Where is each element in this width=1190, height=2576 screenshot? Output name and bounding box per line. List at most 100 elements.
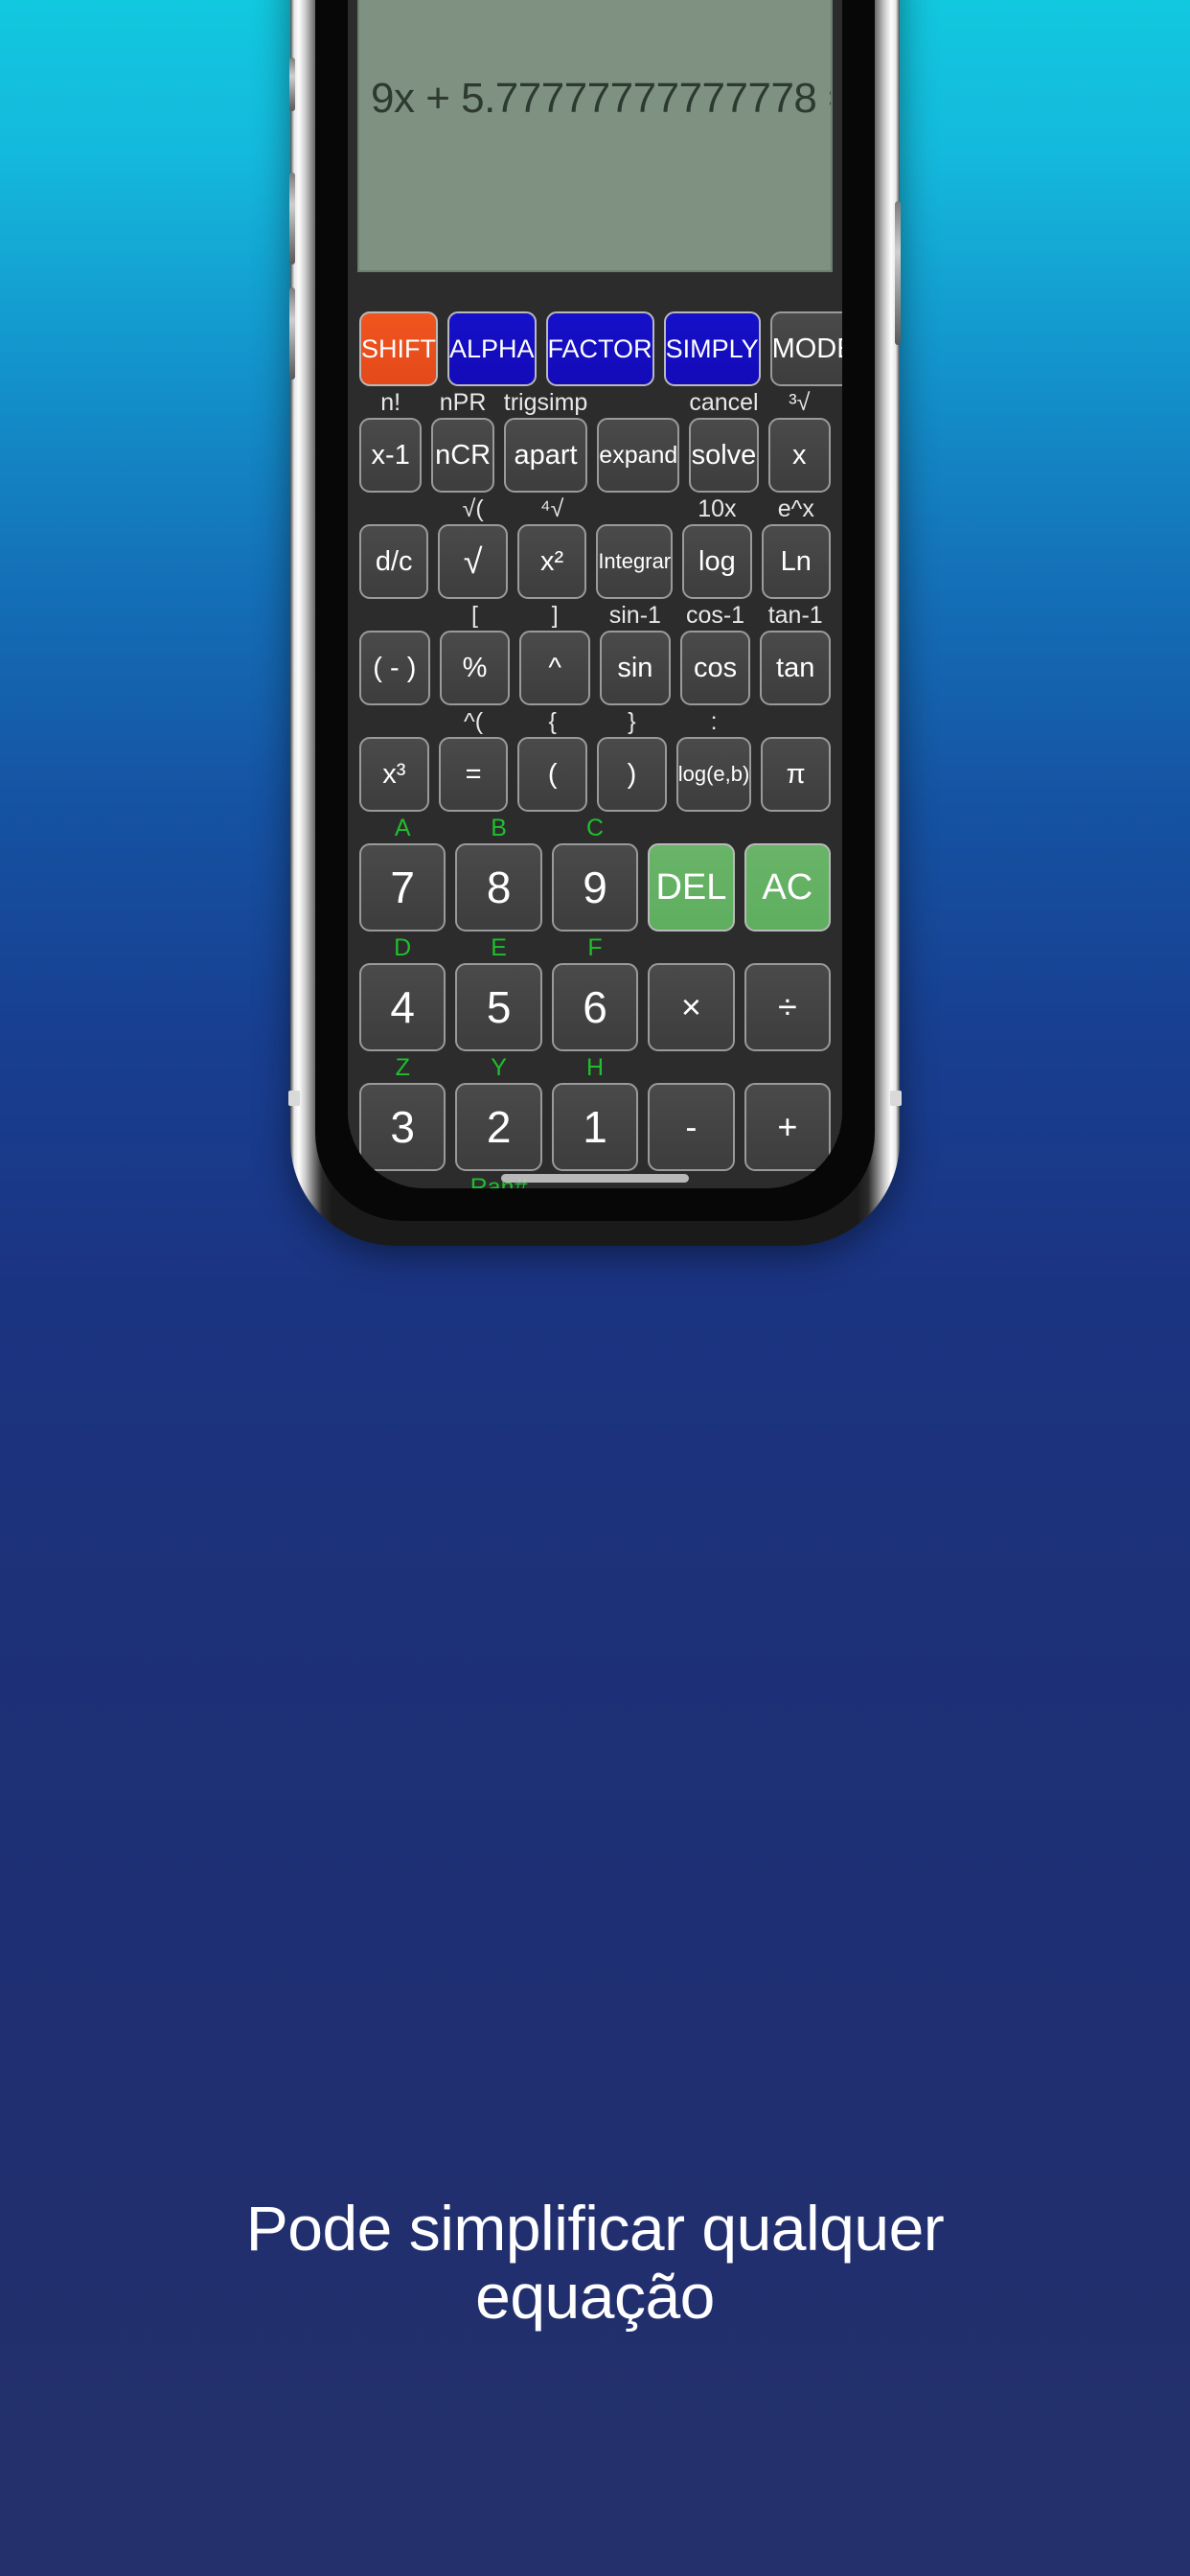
phone-mute-switch[interactable] bbox=[289, 58, 295, 111]
keypad-row-789: A7B8C9 DEL AC bbox=[359, 815, 832, 932]
key-ac[interactable]: AC bbox=[744, 843, 832, 932]
key-x[interactable]: x³ bbox=[359, 737, 429, 812]
phone-bezel: 9x+6-2÷9=14 9x + 5.77777777777778 = 14 S… bbox=[315, 0, 875, 1221]
key-secondary-label-x: ³√ bbox=[789, 389, 811, 416]
key-key[interactable]: √ bbox=[438, 524, 508, 599]
key-cell-9: C9 bbox=[551, 816, 639, 932]
key-cell-del: DEL bbox=[648, 816, 735, 932]
key-key[interactable]: ^ bbox=[519, 631, 591, 705]
key-secondary-label-1: H bbox=[585, 1054, 605, 1081]
key-secondary-label-solve: cancel bbox=[689, 389, 759, 416]
key-key[interactable]: + bbox=[744, 1083, 832, 1171]
key-key[interactable]: π bbox=[761, 737, 832, 812]
key-8[interactable]: 8 bbox=[455, 843, 542, 932]
phone-volume-down-button[interactable] bbox=[289, 288, 295, 380]
key-cell-ncr: nPR nCR bbox=[431, 390, 494, 493]
key-del[interactable]: DEL bbox=[648, 843, 735, 932]
key-cell-tan: tan-1 tan bbox=[760, 603, 832, 705]
key-9[interactable]: 9 bbox=[551, 843, 639, 932]
key-expand[interactable]: expand bbox=[597, 418, 680, 493]
key-secondary-label-key: √( bbox=[462, 495, 484, 522]
key-x-1[interactable]: x-1 bbox=[359, 418, 423, 493]
key-cell-6: F6 bbox=[551, 935, 639, 1051]
keypad-row-trig: ( - )[%] ^ sin-1 sin cos-1 cos tan-1 tan bbox=[359, 602, 832, 705]
phone-screen: 9x+6-2÷9=14 9x + 5.77777777777778 = 14 S… bbox=[348, 0, 842, 1188]
key-log-e-b[interactable]: log(e,b) bbox=[675, 737, 752, 812]
key-sin[interactable]: sin bbox=[600, 631, 671, 705]
key-d-c[interactable]: d/c bbox=[359, 524, 429, 599]
key-cell-key: }) bbox=[597, 709, 667, 812]
key-key[interactable]: ) bbox=[597, 737, 667, 812]
key-cell-key: ÷ bbox=[744, 935, 832, 1051]
key-cell-x: x³ bbox=[359, 709, 429, 812]
key-cell-key: . bbox=[359, 1175, 446, 1188]
key-tan[interactable]: tan bbox=[760, 631, 832, 705]
key-cell-key: ^(= bbox=[438, 709, 509, 812]
key-secondary-label-4: D bbox=[394, 934, 412, 961]
key-cell-ac: AC bbox=[744, 816, 832, 932]
key-log[interactable]: log bbox=[682, 524, 752, 599]
key-2[interactable]: 2 bbox=[455, 1083, 542, 1171]
key-cell-key: × bbox=[648, 935, 735, 1051]
key-ln[interactable]: Ln bbox=[761, 524, 832, 599]
phone-power-button[interactable] bbox=[895, 201, 901, 345]
key-solve[interactable]: solve bbox=[689, 418, 759, 493]
key-secondary-label-5: E bbox=[491, 934, 507, 961]
key-secondary-label-key: { bbox=[548, 708, 557, 735]
screenshot-root: 9x+6-2÷9=14 9x + 5.77777777777778 = 14 S… bbox=[0, 0, 1190, 2576]
key-cos[interactable]: cos bbox=[679, 631, 751, 705]
key-secondary-label-key: ] bbox=[551, 602, 559, 629]
keypad-row-321: Z3Y2H1 - + bbox=[359, 1054, 832, 1171]
key-cell-key: = bbox=[744, 1175, 831, 1188]
key-key[interactable]: - bbox=[648, 1083, 735, 1171]
key-secondary-label-key: [ bbox=[471, 602, 478, 629]
key-cell-log: 10x log bbox=[682, 496, 752, 599]
key-secondary-label-8: B bbox=[491, 815, 507, 841]
key-7[interactable]: 7 bbox=[359, 843, 446, 932]
key-mode[interactable]: MODE bbox=[769, 311, 842, 386]
key-integrar[interactable]: Integrar bbox=[596, 524, 674, 599]
calculator-keypad: SHIFT ALPHA FACTOR SIMPLY MODE Derivar n!… bbox=[354, 272, 842, 1188]
key-key[interactable]: × bbox=[648, 963, 735, 1051]
key-simply[interactable]: SIMPLY bbox=[663, 311, 761, 386]
phone-volume-up-button[interactable] bbox=[289, 172, 295, 264]
key-cell-simply: SIMPLY bbox=[663, 284, 761, 386]
calculator-app: 9x+6-2÷9=14 9x + 5.77777777777778 = 14 S… bbox=[348, 0, 842, 1188]
keypad-row-modifiers: SHIFT ALPHA FACTOR SIMPLY MODE Derivar bbox=[359, 284, 842, 386]
key-secondary-label-log-e-b: : bbox=[710, 708, 718, 735]
key-x[interactable]: x² bbox=[516, 524, 587, 599]
key-6[interactable]: 6 bbox=[551, 963, 639, 1051]
key-key[interactable]: ( bbox=[517, 737, 588, 812]
key-key[interactable]: ÷ bbox=[744, 963, 832, 1051]
key-secondary-label-cos: cos-1 bbox=[685, 602, 745, 629]
key-x[interactable]: x bbox=[767, 418, 831, 493]
key-cell-2: Y2 bbox=[455, 1054, 542, 1171]
key-secondary-label-2: Y bbox=[491, 1054, 507, 1081]
key-key[interactable]: = bbox=[438, 737, 509, 812]
key-4[interactable]: 4 bbox=[359, 963, 446, 1051]
key-alpha[interactable]: ALPHA bbox=[447, 311, 537, 386]
keypad-row-brackets: x³ ^(= {(}): log(e,b) π bbox=[359, 708, 832, 812]
promo-caption-line-2: equação bbox=[475, 2261, 715, 2333]
promo-caption-line-1: Pode simplificar qualquer bbox=[245, 2193, 945, 2264]
key-secondary-label-x-1: n! bbox=[380, 389, 401, 416]
key-5[interactable]: 5 bbox=[455, 963, 542, 1051]
keypad-row-roots: d/c √(√ ⁴√ x² Integrar 10x log e^x Ln bbox=[359, 495, 832, 599]
key-cell-key: [% bbox=[439, 602, 511, 705]
key-1[interactable]: 1 bbox=[551, 1083, 639, 1171]
key-shift[interactable]: SHIFT bbox=[359, 311, 438, 386]
key-factor[interactable]: FACTOR bbox=[545, 311, 654, 386]
key-cell-x: ³√ x bbox=[767, 389, 831, 493]
key-key[interactable]: % bbox=[439, 631, 511, 705]
key-cell-ln: e^x Ln bbox=[761, 496, 832, 599]
home-indicator[interactable] bbox=[501, 1174, 689, 1183]
key-key[interactable]: ( - ) bbox=[359, 631, 430, 705]
key-cell-factor: FACTOR bbox=[545, 284, 654, 386]
key-cell-d-c: d/c bbox=[359, 496, 429, 599]
key-cell-cos: cos-1 cos bbox=[679, 602, 751, 705]
key-3[interactable]: 3 bbox=[359, 1083, 446, 1171]
key-apart[interactable]: apart bbox=[503, 418, 588, 493]
key-secondary-label-apart: trigsimp bbox=[503, 389, 588, 416]
key-cell-8: B8 bbox=[455, 815, 542, 932]
key-ncr[interactable]: nCR bbox=[431, 418, 494, 493]
